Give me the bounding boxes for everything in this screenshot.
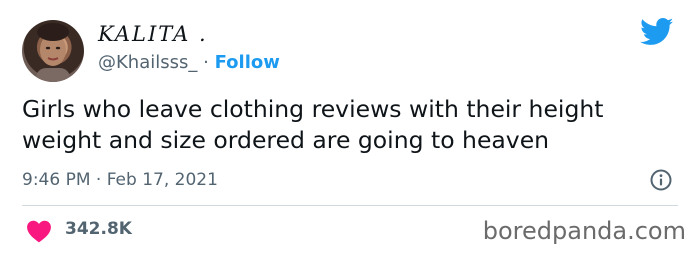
follow-button[interactable]: Follow [215, 52, 280, 73]
boredpanda-watermark: boredpanda.com [482, 217, 686, 245]
info-icon[interactable] [649, 168, 673, 192]
twitter-bird-icon[interactable] [640, 18, 674, 46]
separator-dot: · [203, 52, 209, 73]
heart-icon[interactable] [26, 219, 52, 243]
like-count[interactable]: 342.8K [65, 219, 132, 239]
display-name[interactable]: KALITA . [98, 22, 208, 46]
avatar[interactable] [22, 20, 84, 82]
user-handle[interactable]: @Khailsss_ [98, 52, 197, 73]
tweet-text: Girls who leave clothing reviews with th… [22, 95, 604, 154]
handle-row: @Khailsss_ · Follow [98, 52, 280, 73]
avatar-portrait [36, 23, 70, 82]
tweet-timestamp[interactable]: 9:46 PM · Feb 17, 2021 [22, 170, 218, 190]
divider [22, 205, 678, 206]
